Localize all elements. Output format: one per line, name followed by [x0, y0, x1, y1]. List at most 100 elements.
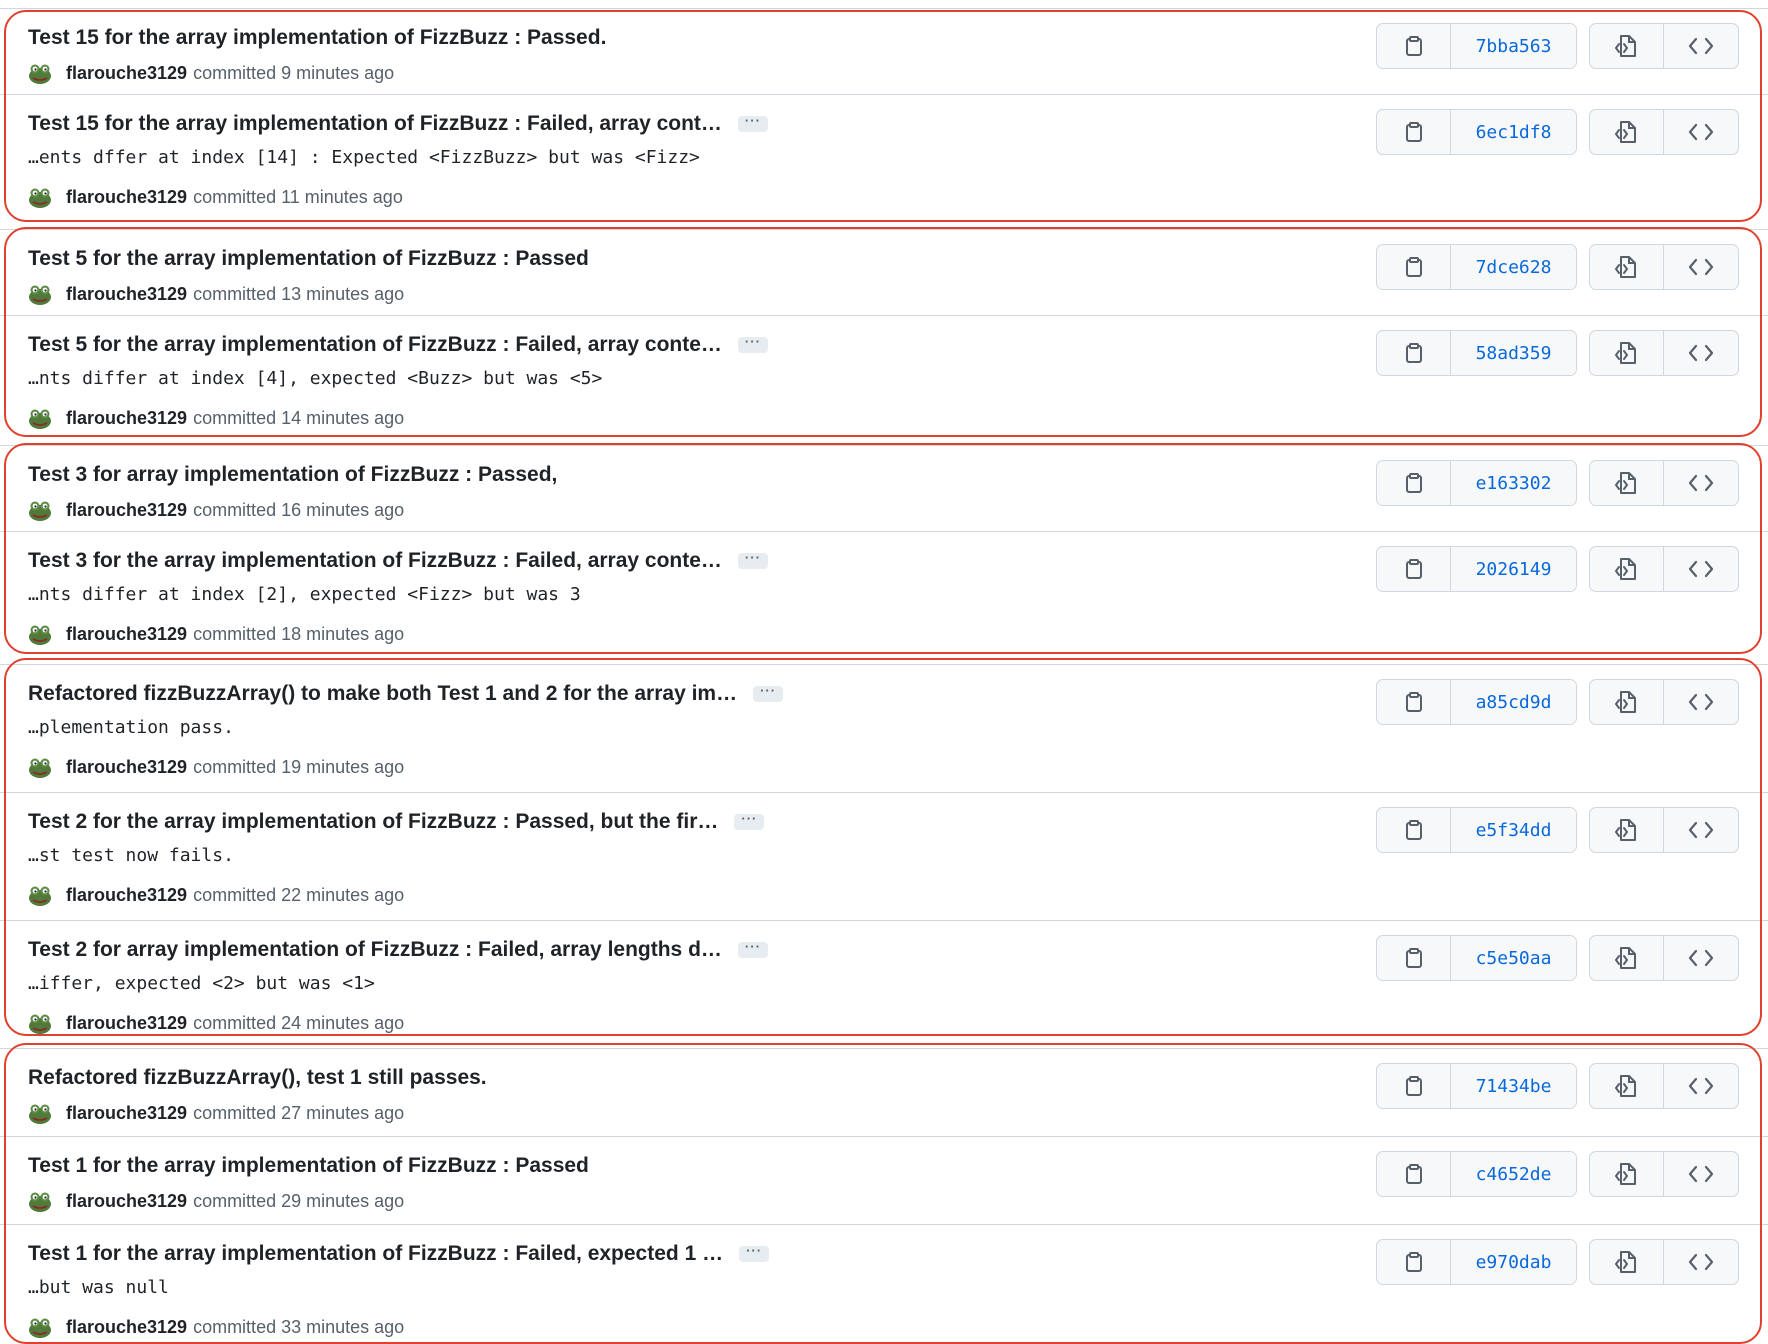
commit-title-text[interactable]: Test 5 for the array implementation of F…	[28, 246, 589, 272]
copy-sha-button[interactable]	[1377, 936, 1451, 980]
copy-sha-button[interactable]	[1377, 808, 1451, 852]
commit-title-text[interactable]: Test 5 for the array implementation of F…	[28, 332, 722, 358]
view-commit-details-button[interactable]	[1590, 1152, 1664, 1196]
view-commit-details-button[interactable]	[1590, 936, 1664, 980]
commit-author[interactable]: flarouche3129	[66, 624, 187, 645]
avatar[interactable]	[28, 61, 52, 85]
browse-repository-button[interactable]	[1664, 1152, 1738, 1196]
commit-sha-link[interactable]: c5e50aa	[1451, 936, 1576, 980]
avatar[interactable]	[28, 1315, 52, 1339]
copy-sha-button[interactable]	[1377, 461, 1451, 505]
view-commit-details-button[interactable]	[1590, 1064, 1664, 1108]
expand-description-button[interactable]: ···	[737, 335, 768, 353]
commit-sha-link[interactable]: c4652de	[1451, 1152, 1576, 1196]
commit-sha-link[interactable]: 7dce628	[1451, 245, 1576, 289]
expand-description-button[interactable]: ···	[753, 684, 784, 702]
view-commit-details-button[interactable]	[1590, 680, 1664, 724]
commit-author[interactable]: flarouche3129	[66, 187, 187, 208]
commit-title[interactable]: Test 15 for the array implementation of …	[28, 25, 606, 51]
copy-sha-button[interactable]	[1377, 680, 1451, 724]
expand-description-button[interactable]: ···	[737, 940, 768, 958]
commit-author[interactable]: flarouche3129	[66, 408, 187, 429]
copy-sha-button[interactable]	[1377, 1240, 1451, 1284]
commit-sha-link[interactable]: 2026149	[1451, 547, 1576, 591]
commit-author[interactable]: flarouche3129	[66, 1013, 187, 1034]
browse-repository-button[interactable]	[1664, 245, 1738, 289]
browse-repository-button[interactable]	[1664, 1064, 1738, 1108]
browse-repository-button[interactable]	[1664, 547, 1738, 591]
commit-sha-link[interactable]: e163302	[1451, 461, 1576, 505]
commit-title[interactable]: Test 5 for the array implementation of F…	[28, 332, 768, 358]
copy-sha-button[interactable]	[1377, 547, 1451, 591]
commit-title[interactable]: Test 2 for array implementation of FizzB…	[28, 937, 768, 963]
commit-sha-link[interactable]: e5f34dd	[1451, 808, 1576, 852]
commit-sha-link[interactable]: 7bba563	[1451, 24, 1576, 68]
commit-title-text[interactable]: Test 2 for the array implementation of F…	[28, 809, 718, 835]
browse-repository-button[interactable]	[1664, 680, 1738, 724]
view-commit-details-button[interactable]	[1590, 24, 1664, 68]
commit-title-text[interactable]: Test 2 for array implementation of FizzB…	[28, 937, 722, 963]
avatar[interactable]	[28, 1101, 52, 1125]
commit-sha-link[interactable]: 58ad359	[1451, 331, 1576, 375]
avatar[interactable]	[28, 1189, 52, 1213]
view-commit-details-button[interactable]	[1590, 331, 1664, 375]
commit-title[interactable]: Test 5 for the array implementation of F…	[28, 246, 589, 272]
avatar[interactable]	[28, 622, 52, 646]
copy-sha-button[interactable]	[1377, 331, 1451, 375]
commit-title-text[interactable]: Refactored fizzBuzzArray() to make both …	[28, 681, 737, 707]
browse-repository-button[interactable]	[1664, 1240, 1738, 1284]
avatar[interactable]	[28, 406, 52, 430]
avatar[interactable]	[28, 883, 52, 907]
copy-sha-button[interactable]	[1377, 24, 1451, 68]
commit-author[interactable]: flarouche3129	[66, 757, 187, 778]
browse-repository-button[interactable]	[1664, 936, 1738, 980]
commit-sha-link[interactable]: a85cd9d	[1451, 680, 1576, 724]
commit-author[interactable]: flarouche3129	[66, 1103, 187, 1124]
browse-repository-button[interactable]	[1664, 331, 1738, 375]
commit-author[interactable]: flarouche3129	[66, 1317, 187, 1338]
commit-title-text[interactable]: Test 3 for the array implementation of F…	[28, 548, 722, 574]
commit-author[interactable]: flarouche3129	[66, 500, 187, 521]
browse-repository-button[interactable]	[1664, 24, 1738, 68]
avatar[interactable]	[28, 498, 52, 522]
browse-repository-button[interactable]	[1664, 461, 1738, 505]
expand-description-button[interactable]: ···	[737, 551, 768, 569]
view-commit-details-button[interactable]	[1590, 1240, 1664, 1284]
commit-author[interactable]: flarouche3129	[66, 885, 187, 906]
commit-sha-link[interactable]: 71434be	[1451, 1064, 1576, 1108]
commit-title[interactable]: Test 1 for the array implementation of F…	[28, 1241, 770, 1267]
avatar[interactable]	[28, 1011, 52, 1035]
commit-sha-link[interactable]: 6ec1df8	[1451, 110, 1576, 154]
commit-title-text[interactable]: Test 1 for the array implementation of F…	[28, 1153, 589, 1179]
expand-description-button[interactable]: ···	[739, 1244, 770, 1262]
commit-author[interactable]: flarouche3129	[66, 63, 187, 84]
commit-title[interactable]: Refactored fizzBuzzArray() to make both …	[28, 681, 784, 707]
copy-sha-button[interactable]	[1377, 245, 1451, 289]
commit-title[interactable]: Test 1 for the array implementation of F…	[28, 1153, 589, 1179]
copy-sha-button[interactable]	[1377, 1064, 1451, 1108]
view-commit-details-button[interactable]	[1590, 808, 1664, 852]
commit-title[interactable]: Test 3 for array implementation of FizzB…	[28, 462, 557, 488]
commit-author[interactable]: flarouche3129	[66, 1191, 187, 1212]
browse-repository-button[interactable]	[1664, 808, 1738, 852]
commit-title-text[interactable]: Refactored fizzBuzzArray(), test 1 still…	[28, 1065, 487, 1091]
commit-title[interactable]: Test 15 for the array implementation of …	[28, 111, 768, 137]
commit-author[interactable]: flarouche3129	[66, 284, 187, 305]
commit-title-text[interactable]: Test 1 for the array implementation of F…	[28, 1241, 723, 1267]
avatar[interactable]	[28, 185, 52, 209]
view-commit-details-button[interactable]	[1590, 245, 1664, 289]
expand-description-button[interactable]: ···	[737, 114, 768, 132]
commit-sha-link[interactable]: e970dab	[1451, 1240, 1576, 1284]
avatar[interactable]	[28, 755, 52, 779]
browse-repository-button[interactable]	[1664, 110, 1738, 154]
commit-title[interactable]: Test 2 for the array implementation of F…	[28, 809, 765, 835]
commit-title-text[interactable]: Test 15 for the array implementation of …	[28, 25, 606, 51]
commit-title[interactable]: Refactored fizzBuzzArray(), test 1 still…	[28, 1065, 487, 1091]
copy-sha-button[interactable]	[1377, 1152, 1451, 1196]
commit-title[interactable]: Test 3 for the array implementation of F…	[28, 548, 768, 574]
expand-description-button[interactable]: ···	[734, 812, 765, 830]
view-commit-details-button[interactable]	[1590, 110, 1664, 154]
view-commit-details-button[interactable]	[1590, 461, 1664, 505]
view-commit-details-button[interactable]	[1590, 547, 1664, 591]
avatar[interactable]	[28, 282, 52, 306]
